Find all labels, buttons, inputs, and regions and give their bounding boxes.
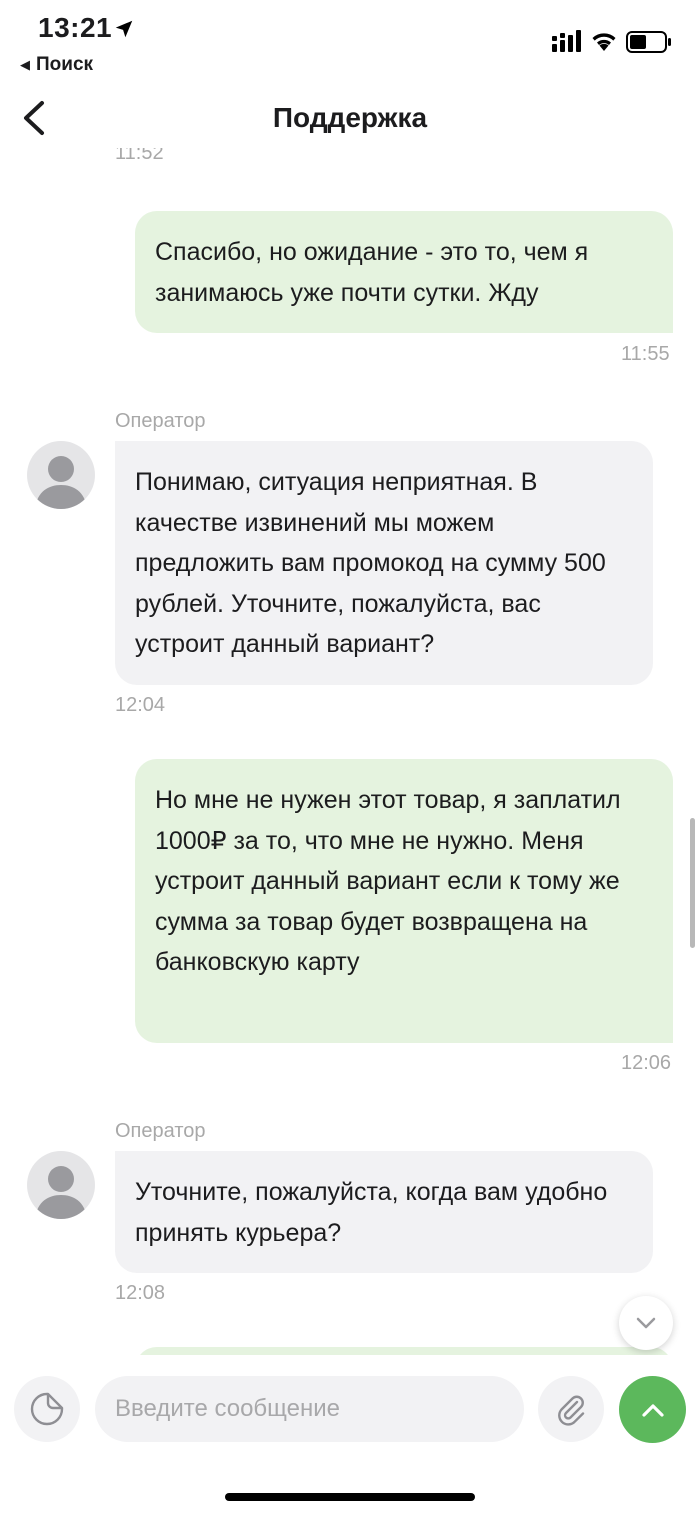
scrollbar[interactable] — [690, 818, 695, 948]
back-to-app-label: Поиск — [36, 54, 94, 75]
attach-button[interactable] — [538, 1376, 604, 1442]
person-silhouette-icon — [35, 456, 87, 509]
home-indicator — [225, 1493, 475, 1501]
sender-name: Оператор — [115, 1120, 206, 1142]
message-time: 12:04 — [115, 694, 166, 716]
user-message-bubble[interactable] — [135, 1347, 673, 1355]
sender-name: Оператор — [115, 410, 206, 432]
cellular-signal-icon — [552, 30, 581, 52]
operator-avatar — [27, 441, 95, 509]
sticker-button[interactable] — [14, 1376, 80, 1442]
message-input-bar — [0, 1355, 700, 1515]
status-bar: 13:21 ◀ Поиск — [0, 0, 700, 85]
message-time: 11:55 — [621, 343, 670, 365]
location-arrow-icon — [115, 20, 133, 38]
back-to-app-link[interactable]: ◀ Поиск — [20, 54, 93, 76]
paperclip-icon — [558, 1395, 585, 1426]
page-title: Поддержка — [272, 102, 428, 133]
operator-message-bubble[interactable]: Понимаю, ситуация неприятная. В качестве… — [115, 441, 653, 685]
message-input[interactable] — [95, 1376, 524, 1442]
message-time: 12:08 — [115, 1282, 166, 1304]
back-triangle-icon: ◀ — [20, 57, 30, 72]
battery-icon — [626, 31, 671, 53]
user-message-bubble[interactable]: Спасибо, но ожидание - это то, чем я зан… — [135, 211, 673, 333]
person-silhouette-icon — [35, 1166, 87, 1219]
operator-avatar — [27, 1151, 95, 1219]
nav-bar: Поддержка — [0, 88, 700, 148]
message-time: 12:06 — [621, 1052, 672, 1074]
chevron-down-icon — [636, 1317, 656, 1329]
chat-messages[interactable]: 11:52 Спасибо, но ожидание - это то, чем… — [0, 148, 700, 1355]
wifi-icon — [592, 33, 616, 51]
message-time: 11:52 — [115, 148, 164, 164]
scroll-to-bottom-button[interactable] — [619, 1296, 673, 1350]
send-button[interactable] — [619, 1376, 686, 1443]
status-time: 13:21 — [38, 12, 113, 43]
chevron-up-icon — [641, 1403, 664, 1417]
operator-message-bubble[interactable]: Уточните, пожалуйста, когда вам удобно п… — [115, 1151, 653, 1273]
user-message-bubble[interactable]: Но мне не нужен этот товар, я заплатил 1… — [135, 759, 673, 1043]
sticker-icon — [30, 1392, 64, 1426]
